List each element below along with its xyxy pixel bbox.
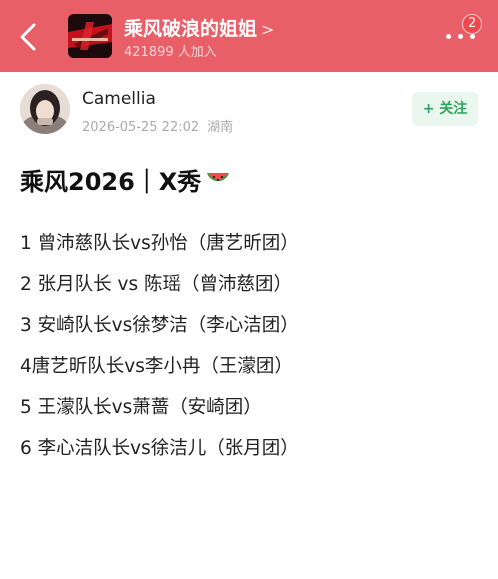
back-button[interactable] [14, 20, 44, 54]
avatar-image [20, 84, 70, 134]
matchup-list: 1 曾沛慈队长vs孙怡（唐艺昕团） 2 张月队长 vs 陈瑶（曾沛慈团） 3 安… [20, 228, 299, 474]
more-dot-icon [458, 34, 463, 39]
post-meta: 2026-05-25 22:02 湖南 [82, 116, 233, 135]
list-item: 6 李心洁队长vs徐洁儿（张月团） [20, 438, 299, 459]
list-item: 1 曾沛慈队长vs孙怡（唐艺昕团） [20, 233, 299, 254]
member-count-value: 421899 [124, 45, 174, 60]
author-avatar[interactable] [20, 84, 70, 134]
follow-button[interactable]: + 关注 [412, 92, 478, 126]
group-name-text: 乘风破浪的姐姐 [124, 18, 258, 40]
post-location: 湖南 [207, 120, 234, 135]
list-item: 5 王濛队长vs萧蔷（安崎团） [20, 397, 262, 418]
member-count-suffix: 人加入 [177, 45, 217, 60]
watermelon-icon [207, 172, 230, 181]
post-timestamp: 2026-05-25 22:02 [82, 120, 200, 135]
group-header: 乘风破浪的姐姐 > 421899 人加入 2 [0, 0, 498, 72]
post-title: 乘风2026｜X秀 [20, 162, 231, 197]
author-name[interactable]: Camellia [82, 89, 156, 109]
post-title-text: 乘风2026｜X秀 [20, 168, 202, 196]
more-dot-icon [446, 34, 451, 39]
back-arrow-icon [20, 23, 36, 51]
group-member-count: 421899 人加入 [124, 41, 217, 60]
chevron-right-icon: > [261, 20, 275, 39]
group-name[interactable]: 乘风破浪的姐姐 > [124, 14, 274, 41]
more-dot-icon [470, 34, 475, 39]
group-logo-image [68, 14, 112, 58]
list-item: 3 安崎队长vs徐梦洁（李心洁团） [20, 315, 299, 336]
group-logo[interactable] [68, 14, 112, 58]
list-item: 4唐艺昕队长vs李小冉（王濛团） [20, 356, 293, 377]
list-item: 2 张月队长 vs 陈瑶（曾沛慈团） [20, 274, 292, 295]
